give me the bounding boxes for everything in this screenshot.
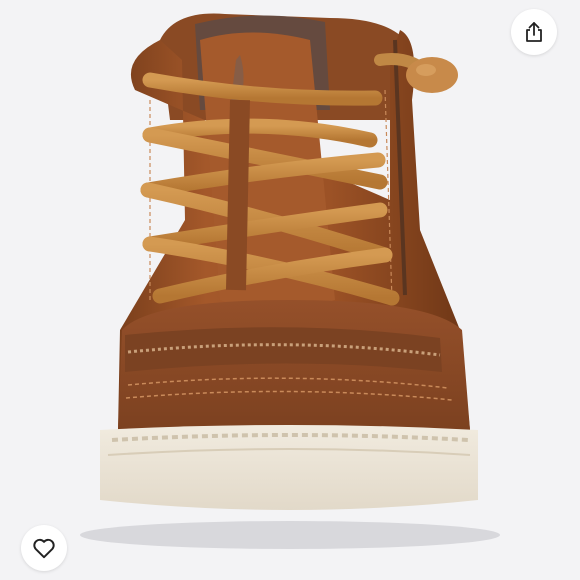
product-image-viewer bbox=[0, 0, 580, 580]
share-button[interactable] bbox=[511, 9, 557, 55]
lace-tab bbox=[226, 99, 250, 291]
wishlist-button[interactable] bbox=[21, 525, 67, 571]
lace-knot bbox=[406, 57, 458, 93]
product-image[interactable] bbox=[0, 0, 580, 580]
heart-outline-icon bbox=[33, 538, 55, 559]
share-icon bbox=[526, 22, 542, 42]
floor-shadow bbox=[80, 521, 500, 549]
